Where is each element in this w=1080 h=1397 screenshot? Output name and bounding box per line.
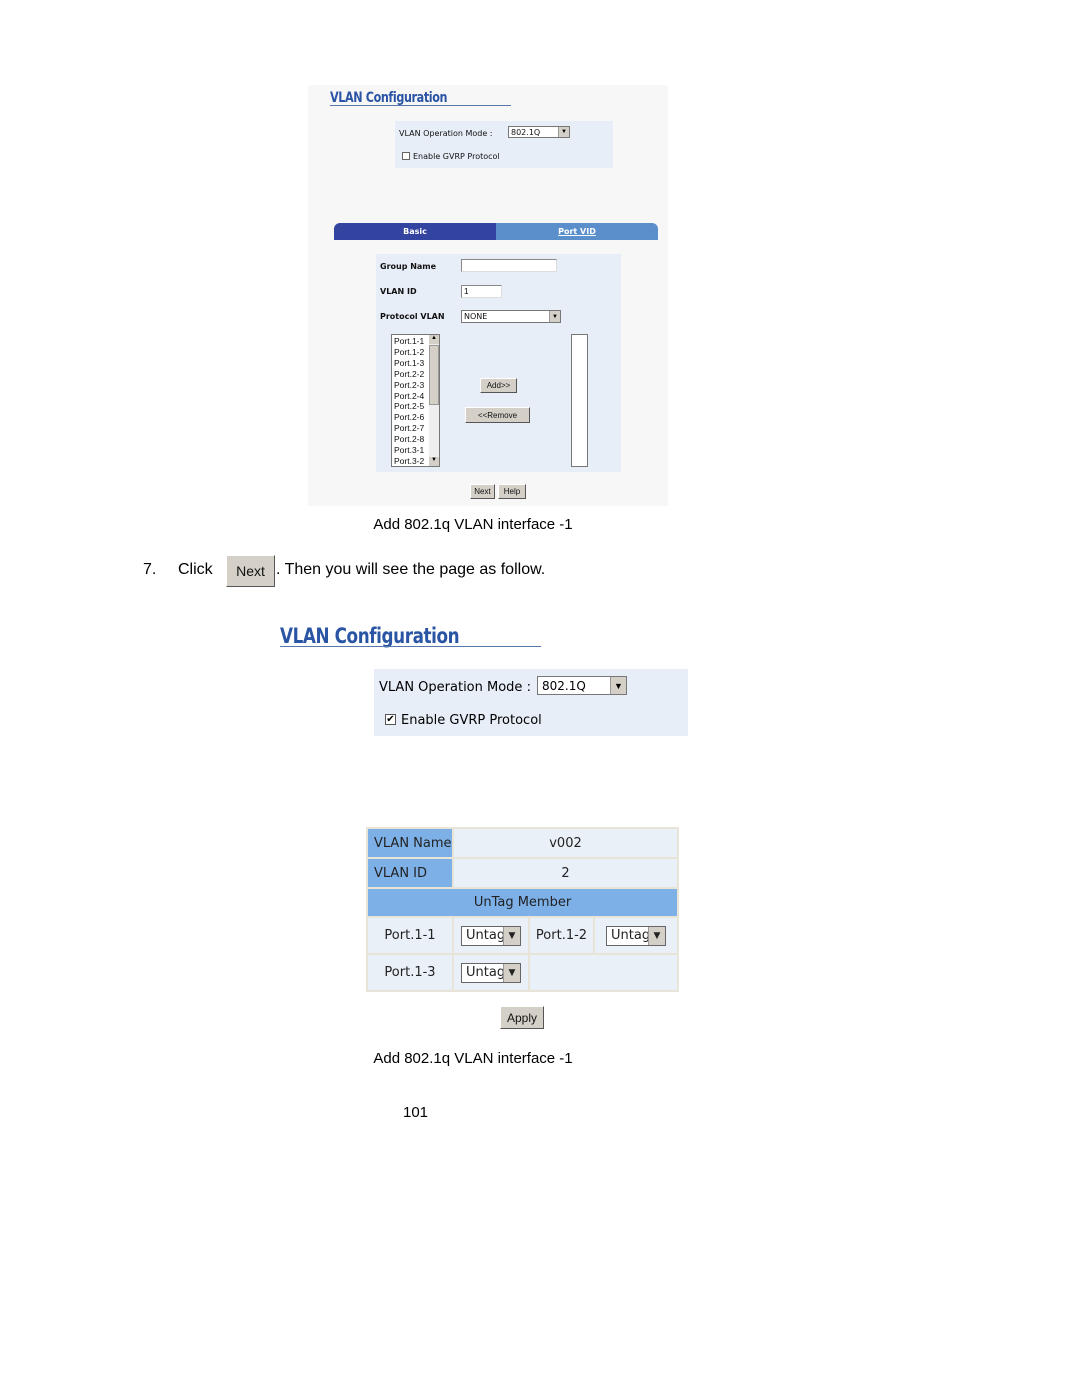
page-title-2: VLAN Configuration: [280, 624, 460, 648]
untag-select[interactable]: Untag ▼: [461, 962, 521, 983]
apply-button[interactable]: Apply: [500, 1006, 544, 1029]
untag-select[interactable]: Untag ▼: [461, 925, 521, 946]
port-list-item[interactable]: Port.2-3: [394, 380, 424, 391]
page-title: VLAN Configuration: [330, 90, 448, 106]
mode-label: VLAN Operation Mode :: [399, 129, 493, 138]
vlan-id-value-2: 2: [452, 857, 679, 889]
remove-button[interactable]: <<Remove: [465, 407, 530, 423]
untag-member-header: UnTag Member: [366, 887, 679, 918]
port-list-item[interactable]: Port.1-1: [394, 336, 424, 347]
chevron-down-icon: ▼: [503, 963, 520, 982]
step-text-after: . Then you will see the page as follow.: [276, 561, 546, 578]
port-label: Port.1-3: [366, 953, 454, 992]
mode-select-2[interactable]: 802.1Q ▼: [537, 676, 627, 695]
gvrp-checkbox[interactable]: [402, 152, 410, 160]
mode-value-2: 802.1Q: [542, 679, 586, 693]
chevron-down-icon: ▼: [648, 926, 665, 945]
port-list-item[interactable]: Port.2-5: [394, 401, 424, 412]
document-page: VLAN Configuration VLAN Operation Mode :…: [0, 0, 1080, 1397]
chevron-down-icon: ▼: [558, 127, 569, 137]
help-button[interactable]: Help: [498, 484, 526, 499]
port-list-item[interactable]: Port.2-2: [394, 369, 424, 380]
port-list-item[interactable]: Port.3-2: [394, 456, 424, 467]
add-button[interactable]: Add>>: [480, 378, 517, 393]
table-row: VLAN ID 2: [366, 857, 679, 889]
table-row: UnTag Member: [366, 887, 679, 918]
protocol-vlan-label: Protocol VLAN: [380, 312, 445, 321]
title-underline: [330, 105, 511, 106]
next-button[interactable]: Next: [470, 484, 495, 499]
table-row: VLAN Name v002: [366, 827, 679, 859]
protocol-vlan-value: NONE: [464, 312, 488, 321]
table-row: Port.1-3 Untag ▼: [366, 953, 679, 992]
untag-select[interactable]: Untag ▼: [606, 925, 666, 946]
caption-1: Add 802.1q VLAN interface -1: [373, 516, 573, 533]
port-list-item[interactable]: Port.1-3: [394, 358, 424, 369]
member-ports-list[interactable]: [571, 334, 588, 467]
chevron-down-icon: ▼: [549, 311, 560, 322]
port-list-item[interactable]: Port.2-8: [394, 434, 424, 445]
mode-value: 802.1Q: [511, 128, 541, 137]
vlan-name-value: v002: [452, 827, 679, 859]
port-list-item[interactable]: Port.1-2: [394, 347, 424, 358]
port-list-item[interactable]: Port.3-1: [394, 445, 424, 456]
port-list-item[interactable]: Port.2-4: [394, 391, 424, 402]
group-name-input[interactable]: [461, 259, 557, 272]
title-underline-2: [280, 646, 541, 647]
port-list-item[interactable]: Port.2-6: [394, 412, 424, 423]
empty-cell: [528, 953, 679, 992]
protocol-vlan-select[interactable]: NONE ▼: [461, 310, 561, 323]
port-label: Port.1-2: [528, 916, 595, 955]
scrollbar[interactable]: ▲ ▼: [429, 335, 439, 466]
tab-port-vid[interactable]: Port VID: [496, 223, 658, 240]
vlan-name-label: VLAN Name: [366, 827, 454, 859]
page-number: 101: [403, 1104, 429, 1121]
step-number: 7.: [143, 561, 157, 578]
vlan-id-input[interactable]: 1: [461, 285, 502, 298]
scroll-up-icon[interactable]: ▲: [429, 335, 439, 344]
group-name-label: Group Name: [380, 262, 437, 271]
vlan-member-table: VLAN Name v002 VLAN ID 2 UnTag Member Po…: [366, 827, 679, 992]
mode-label-2: VLAN Operation Mode :: [379, 680, 531, 695]
caption-2: Add 802.1q VLAN interface -1: [373, 1050, 573, 1067]
gvrp-label-2: Enable GVRP Protocol: [401, 713, 542, 728]
table-row: Port.1-1 Untag ▼ Port.1-2 Untag ▼: [366, 916, 679, 955]
chevron-down-icon: ▼: [503, 926, 520, 945]
gvrp-checkbox-2[interactable]: ✔: [385, 714, 396, 725]
port-label: Port.1-1: [366, 916, 454, 955]
scroll-thumb[interactable]: [429, 345, 439, 405]
scroll-down-icon[interactable]: ▼: [429, 457, 439, 466]
chevron-down-icon: ▼: [610, 677, 626, 694]
tab-basic[interactable]: Basic: [334, 223, 496, 240]
vlan-id-label-2: VLAN ID: [366, 857, 454, 889]
gvrp-label: Enable GVRP Protocol: [413, 152, 500, 161]
vlan-id-label: VLAN ID: [380, 287, 417, 296]
next-button-inline: Next: [226, 555, 275, 587]
port-list-item[interactable]: Port.2-7: [394, 423, 424, 434]
mode-select[interactable]: 802.1Q ▼: [508, 126, 570, 138]
step-text-before: Click: [178, 561, 213, 578]
available-ports-list[interactable]: Port.1-1 Port.1-2 Port.1-3 Port.2-2 Port.2-3…: [391, 334, 440, 467]
